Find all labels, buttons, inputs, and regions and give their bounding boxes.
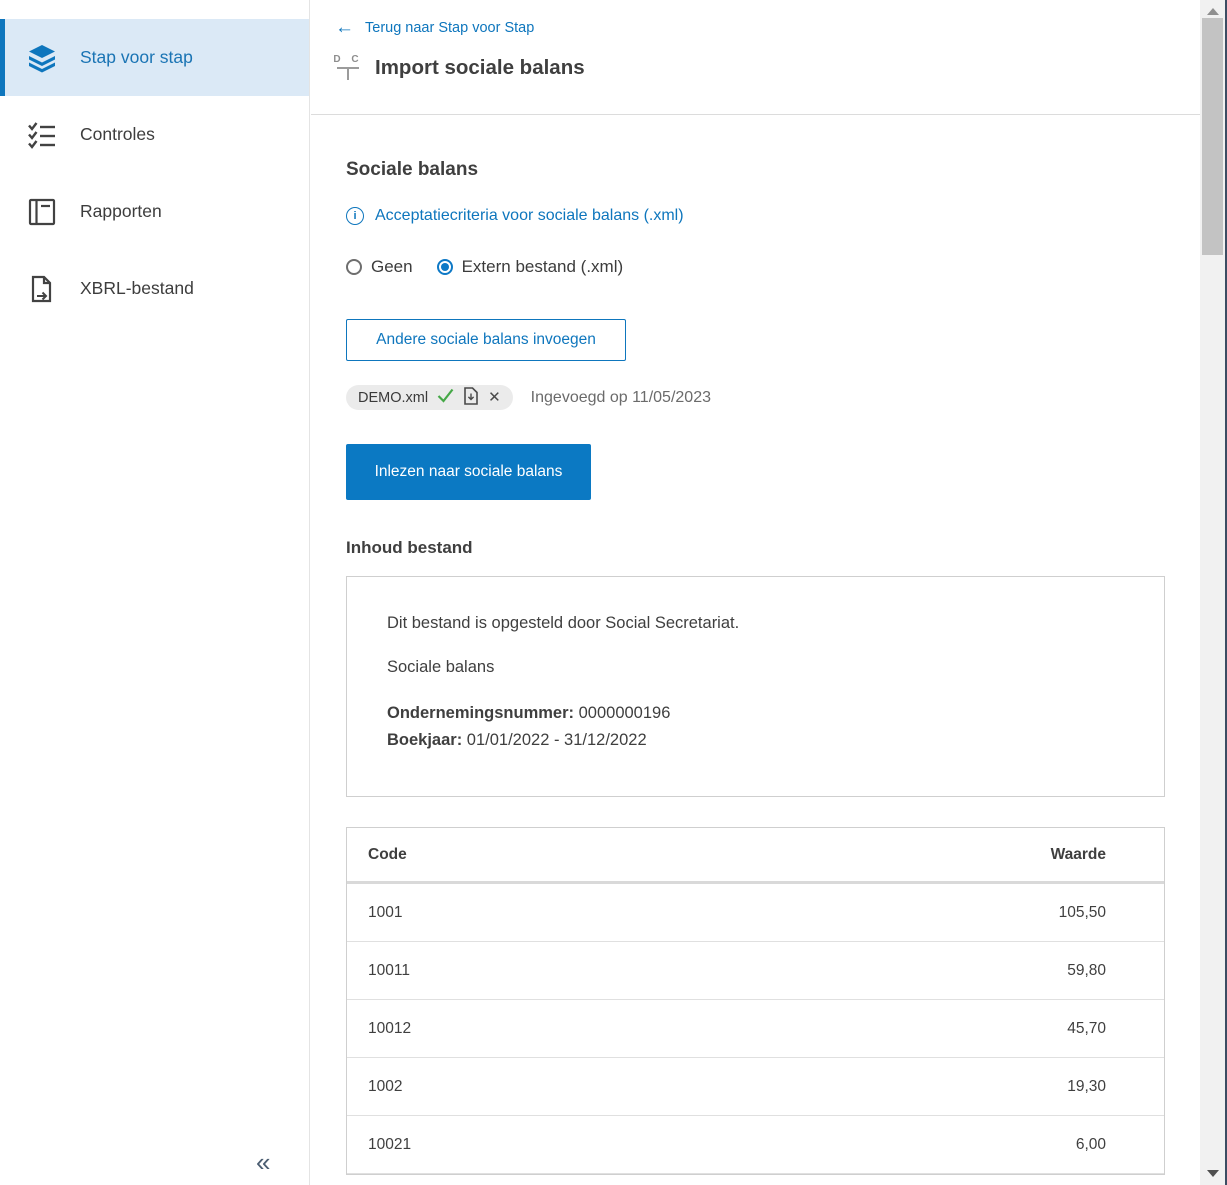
source-radio-group: Geen Extern bestand (.xml) [346, 257, 1201, 277]
fiscal-year-line: Boekjaar: 01/01/2022 - 31/12/2022 [387, 731, 647, 749]
sidebar-item-xbrl-bestand[interactable]: XBRL-bestand [0, 250, 309, 327]
inserted-date-text: Ingevoegd op 11/05/2023 [530, 388, 711, 406]
back-link-label: Terug naar Stap voor Stap [365, 19, 535, 36]
scroll-up-arrow-icon[interactable] [1207, 8, 1219, 15]
scrollbar-thumb[interactable] [1202, 18, 1223, 255]
info-icon: i [346, 207, 364, 225]
cell-code: 1001 [368, 903, 403, 921]
acceptance-criteria-link[interactable]: i Acceptatiecriteria voor sociale balans… [346, 207, 684, 225]
cell-code: 10021 [368, 1135, 412, 1153]
cell-waarde: 105,50 [1058, 903, 1106, 921]
column-header-code: Code [368, 845, 407, 863]
report-icon [27, 197, 57, 227]
check-icon [437, 388, 454, 407]
file-content-line1: Dit bestand is opgesteld door Social Sec… [387, 614, 740, 632]
back-arrow-icon: ← [335, 17, 354, 38]
radio-extern-bestand[interactable] [436, 259, 453, 275]
acceptance-criteria-label: Acceptatiecriteria voor sociale balans (… [375, 207, 684, 224]
t-account-icon: D C [333, 55, 361, 80]
table-header-row: Code Waarde [347, 828, 1164, 884]
layers-icon [27, 43, 57, 73]
file-content-heading: Inhoud bestand [346, 538, 473, 557]
back-link[interactable]: ← Terug naar Stap voor Stap [335, 18, 534, 37]
cell-waarde: 19,30 [1067, 1077, 1106, 1095]
file-row: DEMO.xml ✕ Ingevoegd op 11/05/2023 [346, 385, 1201, 410]
cell-code: 10011 [368, 961, 410, 979]
checklist-icon [27, 120, 57, 150]
file-export-icon [27, 274, 57, 304]
page-header: ← Terug naar Stap voor Stap D C Import s… [311, 0, 1201, 115]
radio-option-geen[interactable]: Geen [346, 257, 413, 277]
cell-waarde: 6,00 [1075, 1135, 1106, 1153]
collapse-sidebar-icon[interactable]: « [256, 1149, 270, 1175]
radio-geen-label: Geen [371, 257, 413, 276]
sidebar-item-label: Stap voor stap [80, 47, 193, 67]
sidebar-item-label: Rapporten [80, 201, 162, 221]
app-window: Stap voor stap Controles Rapporten XBRL-… [0, 0, 1227, 1185]
sidebar-item-rapporten[interactable]: Rapporten [0, 173, 309, 250]
page-content: Sociale balans i Acceptatiecriteria voor… [311, 115, 1201, 1175]
vertical-scrollbar[interactable] [1200, 0, 1225, 1185]
close-icon[interactable]: ✕ [488, 390, 501, 405]
sidebar: Stap voor stap Controles Rapporten XBRL-… [0, 0, 310, 1185]
table-row: 1001 105,50 [347, 884, 1164, 942]
company-number-line: Ondernemingsnummer: 0000000196 [387, 704, 671, 722]
cell-waarde: 59,80 [1067, 961, 1106, 979]
cell-waarde: 45,70 [1067, 1019, 1106, 1037]
file-name: DEMO.xml [358, 389, 429, 406]
cell-code: 1002 [368, 1077, 403, 1095]
file-download-icon[interactable] [463, 386, 479, 409]
table-row: 10012 45,70 [347, 1000, 1164, 1058]
sidebar-item-stap-voor-stap[interactable]: Stap voor stap [0, 19, 309, 96]
main-panel: ← Terug naar Stap voor Stap D C Import s… [311, 0, 1201, 1185]
file-chip[interactable]: DEMO.xml ✕ [346, 385, 513, 410]
sidebar-item-controles[interactable]: Controles [0, 96, 309, 173]
radio-extern-bestand-label: Extern bestand (.xml) [461, 257, 624, 276]
cell-code: 10012 [368, 1019, 412, 1037]
sidebar-item-label: Controles [80, 124, 155, 144]
table-row: 10021 6,00 [347, 1116, 1164, 1174]
code-value-table: Code Waarde 1001 105,50 10011 59,80 1001… [346, 827, 1165, 1175]
insert-other-balance-button[interactable]: Andere sociale balans invoegen [346, 319, 626, 361]
file-content-box: Dit bestand is opgesteld door Social Sec… [346, 576, 1165, 797]
column-header-waarde: Waarde [1050, 845, 1106, 863]
file-content-line2: Sociale balans [387, 658, 495, 676]
radio-option-extern-bestand[interactable]: Extern bestand (.xml) [436, 257, 624, 277]
radio-geen[interactable] [346, 259, 362, 275]
sidebar-item-label: XBRL-bestand [80, 278, 194, 298]
table-row: 1002 19,30 [347, 1058, 1164, 1116]
table-row: 10011 59,80 [347, 942, 1164, 1000]
read-into-balance-button[interactable]: Inlezen naar sociale balans [346, 444, 591, 500]
scroll-down-arrow-icon[interactable] [1207, 1170, 1219, 1177]
page-title: Import sociale balans [375, 55, 585, 79]
section-title: Sociale balans [346, 159, 479, 180]
